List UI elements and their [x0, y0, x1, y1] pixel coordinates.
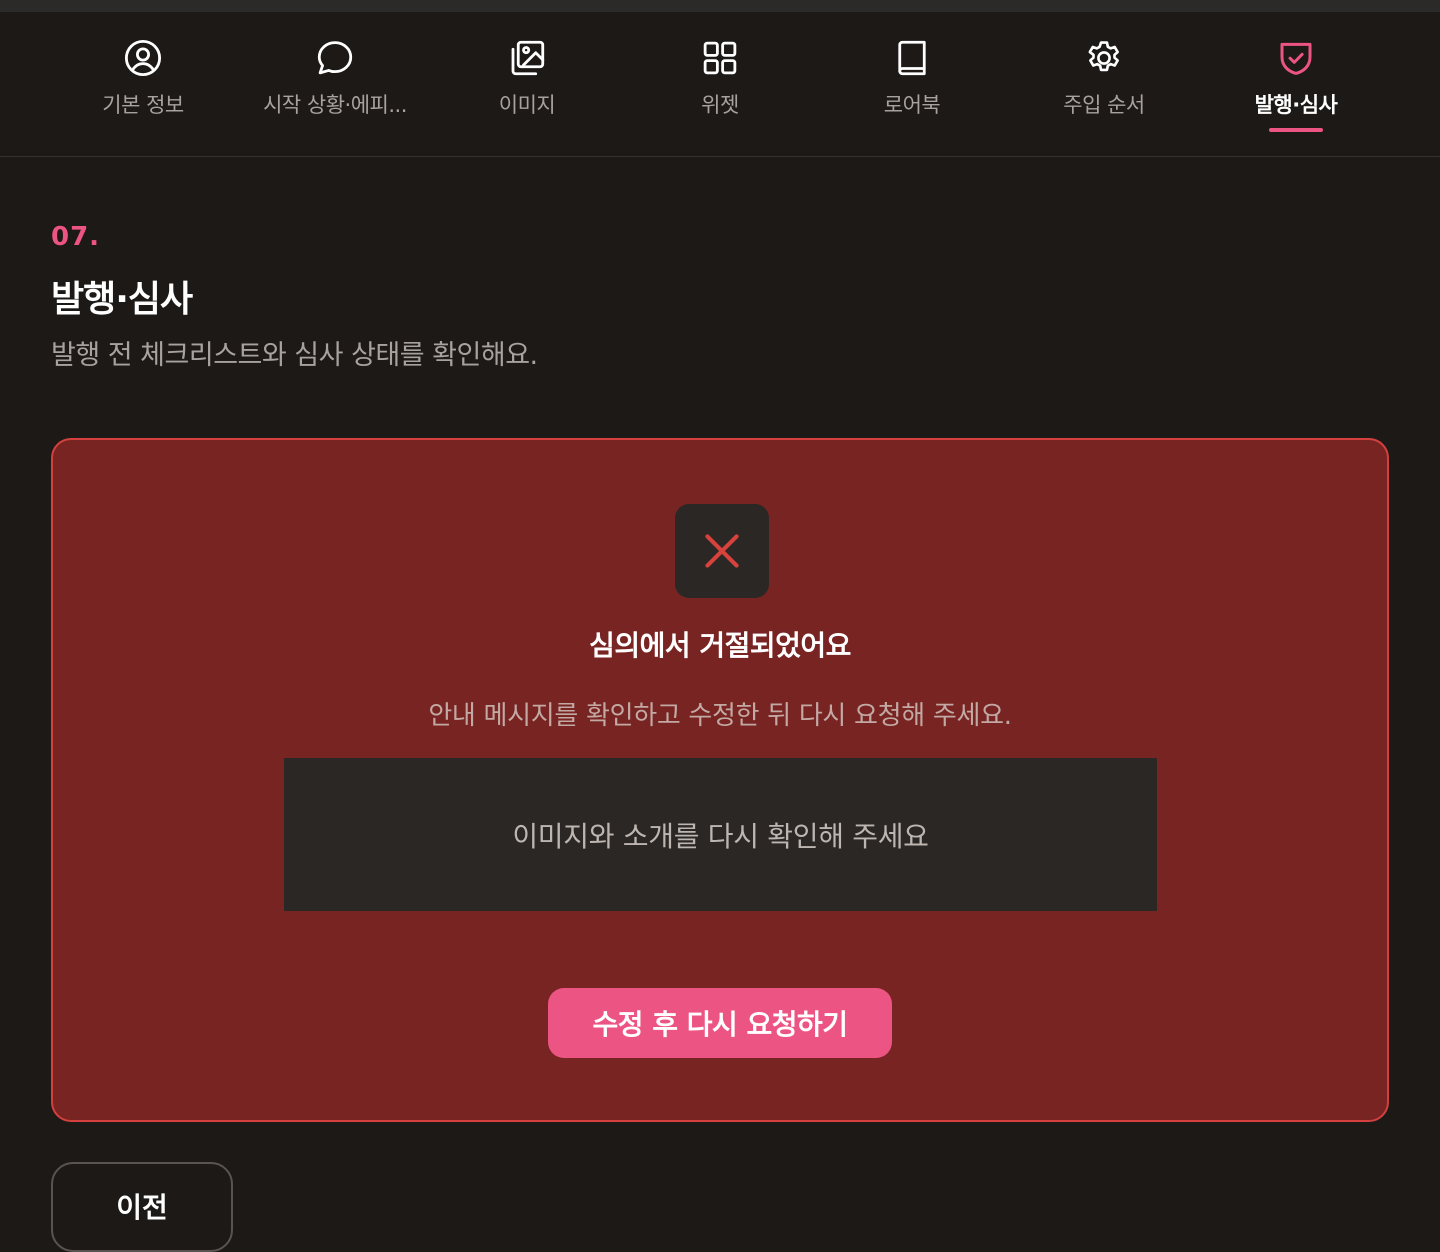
page-subtitle: 발행 전 체크리스트와 심사 상태를 확인해요. [51, 340, 538, 371]
tab-label: 이미지 [498, 93, 556, 117]
tab-images[interactable]: 이미지 [431, 12, 623, 156]
prev-button-label: 이전 [116, 1191, 168, 1224]
tab-publish-review[interactable]: 발행·심사 [1200, 12, 1392, 156]
grid-icon [699, 37, 741, 79]
tab-widgets[interactable]: 위젯 [624, 12, 816, 156]
x-icon [675, 504, 769, 598]
active-tab-indicator [1269, 128, 1323, 132]
tab-label: 로어북 [883, 93, 941, 117]
window-top-strip [0, 0, 1440, 12]
tab-lorebook[interactable]: 로어북 [816, 12, 1008, 156]
tab-injection-order[interactable]: 주입 순서 [1008, 12, 1200, 156]
images-icon [506, 37, 548, 79]
rejection-status-panel: 심의에서 거절되었어요 안내 메시지를 확인하고 수정한 뒤 다시 요청해 주세… [51, 438, 1389, 1122]
tab-label: 시작 상황·에피... [263, 93, 407, 117]
tab-label: 기본 정보 [102, 93, 184, 117]
shield-check-icon [1275, 37, 1317, 79]
user-circle-icon [122, 37, 164, 79]
tab-label: 위젯 [701, 93, 739, 117]
reviewer-message: 이미지와 소개를 다시 확인해 주세요 [284, 758, 1157, 911]
prev-button[interactable]: 이전 [51, 1162, 233, 1252]
status-title: 심의에서 거절되었어요 [589, 629, 851, 662]
book-icon [891, 37, 933, 79]
page-title: 발행·심사 [51, 279, 193, 320]
gear-icon [1083, 37, 1125, 79]
status-description: 안내 메시지를 확인하고 수정한 뒤 다시 요청해 주세요. [428, 701, 1012, 731]
resubmit-button[interactable]: 수정 후 다시 요청하기 [548, 988, 892, 1058]
tab-label: 주입 순서 [1063, 93, 1145, 117]
chat-bubble-icon [314, 37, 356, 79]
section-number: 07. [51, 222, 101, 252]
step-tabbar: 기본 정보 시작 상황·에피... 이미지 위젯 로어북 주입 순서 발행·심사 [0, 12, 1440, 157]
tab-label: 발행·심사 [1254, 93, 1338, 117]
tab-start-situation[interactable]: 시작 상황·에피... [239, 12, 431, 156]
tab-basic-info[interactable]: 기본 정보 [47, 12, 239, 156]
